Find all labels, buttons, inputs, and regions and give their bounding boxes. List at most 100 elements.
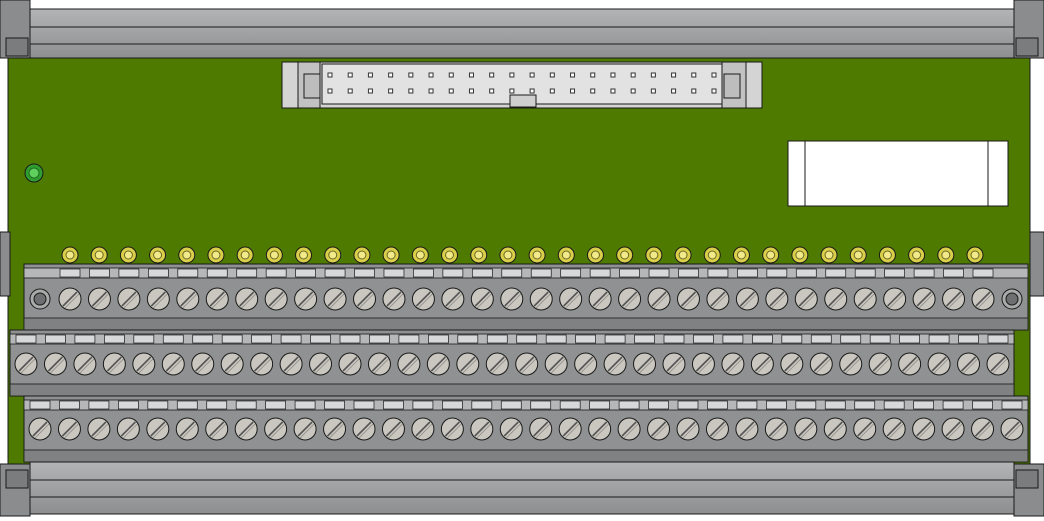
- header-pin: [650, 88, 656, 94]
- terminal-tab: [471, 400, 493, 410]
- terminal-tab: [310, 334, 331, 344]
- terminal-screw-icon: [735, 287, 759, 311]
- header-pin: [448, 88, 454, 94]
- header-pin: [650, 72, 656, 78]
- terminal-tab: [236, 268, 258, 278]
- header-pin: [671, 72, 677, 78]
- header-pin: [428, 88, 434, 94]
- terminal-tab: [15, 334, 37, 344]
- terminal-tab: [45, 334, 66, 344]
- terminal-screw-icon: [470, 287, 494, 311]
- terminal-tab: [795, 400, 817, 410]
- terminal-screw-icon: [691, 352, 715, 376]
- header-pin: [489, 72, 495, 78]
- header-pin: [671, 88, 677, 94]
- terminal-block-rows: [9, 263, 1029, 463]
- header-pin: [327, 72, 333, 78]
- terminal-tab: [471, 268, 493, 278]
- header-pin: [529, 88, 535, 94]
- terminal-tab: [707, 268, 729, 278]
- terminal-screw-icon: [588, 417, 612, 441]
- terminal-screw-icon: [971, 417, 995, 441]
- terminal-tab: [913, 400, 934, 410]
- terminal-tab: [383, 400, 404, 410]
- terminal-tab: [530, 268, 552, 278]
- interface-module-diagram: [0, 0, 1044, 521]
- header-pin: [367, 88, 373, 94]
- terminal-tab: [324, 268, 346, 278]
- terminal-tab: [398, 334, 420, 344]
- terminal-tab: [530, 400, 552, 410]
- terminal-screw-icon: [220, 352, 244, 376]
- header-pin: [347, 72, 353, 78]
- terminal-tab: [840, 334, 862, 344]
- terminal-screw-icon: [515, 352, 539, 376]
- terminal-tab: [559, 400, 581, 410]
- terminal-tab: [177, 268, 199, 278]
- terminal-screw-icon: [529, 287, 553, 311]
- terminal-tab: [619, 268, 640, 278]
- header-pin: [408, 88, 414, 94]
- terminal-tab: [118, 400, 139, 410]
- terminal-tab: [221, 334, 243, 344]
- terminal-screw-icon: [559, 287, 583, 311]
- terminal-screw-icon: [116, 417, 140, 441]
- header-pin: [367, 72, 373, 78]
- terminal-tab: [545, 334, 567, 344]
- terminal-tab: [118, 268, 140, 278]
- terminal-tab: [339, 334, 361, 344]
- terminal-screw-icon: [558, 417, 582, 441]
- terminal-screw-icon: [73, 352, 97, 376]
- terminal-screw-icon: [191, 352, 215, 376]
- terminal-screw-icon: [574, 352, 598, 376]
- terminal-tab: [736, 400, 758, 410]
- terminal-block-row-2: [9, 329, 1015, 397]
- terminal-tab: [74, 334, 96, 344]
- terminal-screw-icon: [883, 287, 907, 311]
- terminal-screw-icon: [279, 352, 303, 376]
- header-pin: [509, 88, 515, 94]
- terminal-screw-icon: [58, 287, 82, 311]
- header-pin: [468, 88, 474, 94]
- terminal-tab: [722, 334, 744, 344]
- terminal-tab: [589, 268, 611, 278]
- terminal-screw-icon: [87, 287, 111, 311]
- terminal-tab: [500, 400, 522, 410]
- terminal-tab: [442, 268, 464, 278]
- terminal-tab: [972, 400, 993, 410]
- header-pin: [590, 72, 596, 78]
- terminal-tab: [428, 334, 449, 344]
- terminal-tab: [88, 400, 110, 410]
- header-pin: [327, 88, 333, 94]
- terminal-screw-icon: [824, 287, 848, 311]
- mounting-screw-icon: [29, 288, 51, 310]
- terminal-screw-icon: [352, 417, 376, 441]
- terminal-screw-icon: [353, 287, 377, 311]
- terminal-tab: [162, 334, 184, 344]
- terminal-tab: [251, 334, 272, 344]
- header-pin: [468, 72, 474, 78]
- header-pin: [630, 88, 636, 94]
- terminal-tab: [648, 400, 669, 410]
- terminal-screw-icon: [367, 352, 391, 376]
- terminal-tab: [854, 400, 876, 410]
- terminal-screw-icon: [603, 352, 627, 376]
- terminal-tab: [59, 268, 81, 278]
- terminal-screw-icon: [794, 417, 818, 441]
- terminal-screw-icon: [971, 287, 995, 311]
- terminal-tab: [884, 268, 905, 278]
- terminal-screw-icon: [706, 287, 730, 311]
- terminal-tab: [176, 400, 198, 410]
- terminal-tab: [824, 400, 846, 410]
- terminal-screw-icon: [102, 352, 126, 376]
- terminal-tab: [972, 268, 994, 278]
- top-din-rail: [0, 0, 1044, 60]
- terminal-screw-icon: [235, 287, 259, 311]
- terminal-screw-icon: [470, 417, 494, 441]
- terminal-screw-icon: [175, 417, 199, 441]
- terminal-screw-icon: [986, 352, 1010, 376]
- terminal-tab: [516, 334, 538, 344]
- terminal-tab: [663, 334, 685, 344]
- terminal-screw-icon: [382, 287, 406, 311]
- terminal-screw-icon: [898, 352, 922, 376]
